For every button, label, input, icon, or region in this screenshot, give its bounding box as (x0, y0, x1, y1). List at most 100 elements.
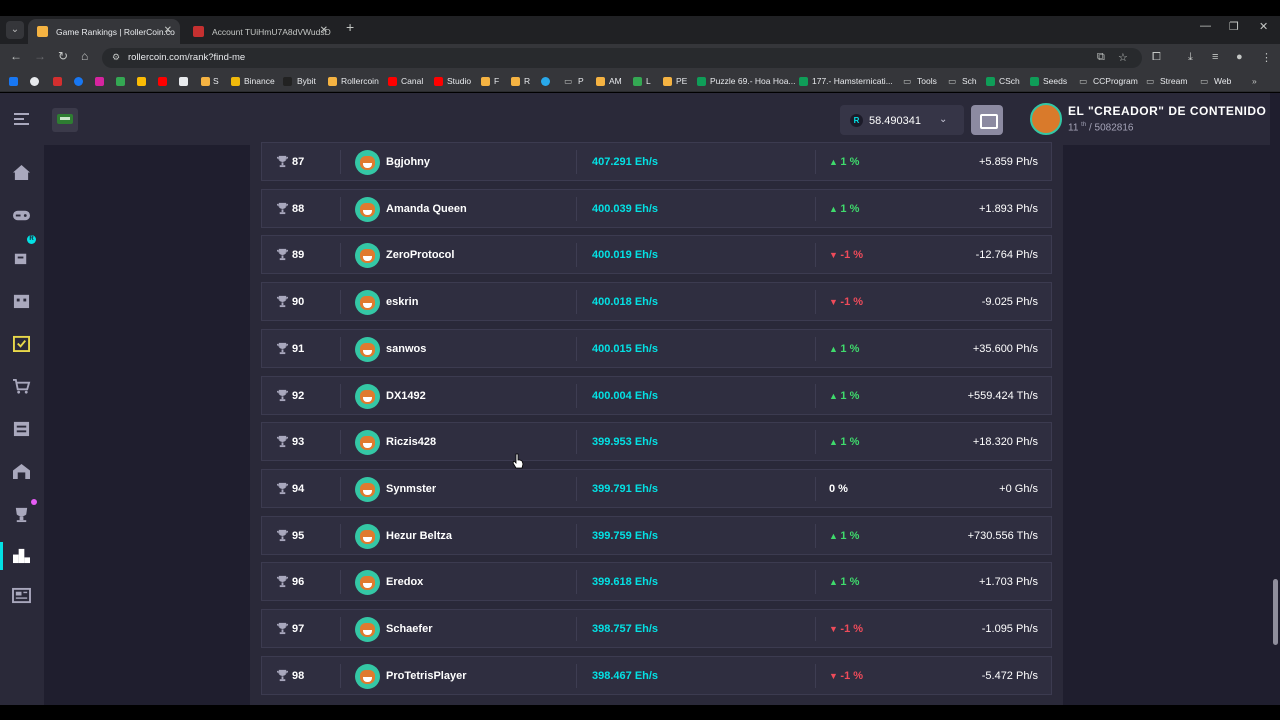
ranking-row[interactable]: 96 Eredox 399.618 Eh/s ▲ 1 % +1.703 Ph/s (261, 562, 1052, 601)
bookmark-label[interactable]: Rollercoin (341, 76, 379, 86)
ranking-row[interactable]: 94 Synmster 399.791 Eh/s 0 % +0 Gh/s (261, 469, 1052, 508)
bookmark-label[interactable]: Seeds (1043, 76, 1067, 86)
telegram-icon[interactable] (541, 77, 550, 86)
close-icon[interactable]: ✕ (320, 25, 328, 36)
bookmark-icon[interactable] (511, 77, 520, 86)
close-icon[interactable]: ✕ (164, 25, 172, 36)
marketplace-icon[interactable] (12, 378, 31, 395)
events-icon[interactable] (12, 292, 31, 309)
player-name[interactable]: Eredox (386, 576, 423, 588)
player-avatar[interactable] (355, 197, 380, 222)
bookmark-label[interactable]: Puzzle 69.- Hoa Hoa... (710, 76, 796, 86)
bookmark-label[interactable]: PE (676, 76, 687, 86)
player-name[interactable]: Schaefer (386, 623, 432, 635)
miners-icon[interactable] (12, 463, 31, 480)
games-icon[interactable] (12, 207, 31, 224)
minimize-icon[interactable]: — (1200, 20, 1211, 32)
ranking-row[interactable]: 87 Bgjohny 407.291 Eh/s ▲ 1 % +5.859 Ph/s (261, 142, 1052, 181)
site-info-icon[interactable]: ⚙ (112, 52, 120, 63)
ranking-row[interactable]: 91 sanwos 400.015 Eh/s ▲ 1 % +35.600 Ph/s (261, 329, 1052, 368)
bookmark-label[interactable]: F (494, 76, 499, 86)
player-avatar[interactable] (355, 337, 380, 362)
player-avatar[interactable] (355, 617, 380, 642)
player-name[interactable]: Bgjohny (386, 156, 430, 168)
home-icon[interactable]: ⌂ (81, 49, 88, 63)
x-icon[interactable] (179, 77, 188, 86)
bookmark-label[interactable]: Stream (1160, 76, 1187, 86)
bookmark-icon[interactable] (481, 77, 490, 86)
instagram-icon[interactable] (95, 77, 104, 86)
media-icon[interactable]: ≡ (1212, 51, 1218, 63)
bookmark-label[interactable]: CSch (999, 76, 1020, 86)
user-name[interactable]: EL "CREADOR" DE CONTENIDO (1068, 104, 1266, 118)
profile-icon[interactable]: ● (1236, 51, 1243, 63)
bookmark-label[interactable]: 177.- Hamsternicati... (812, 76, 893, 86)
folder-icon[interactable]: ▭ (564, 76, 572, 87)
storage-icon[interactable] (12, 420, 31, 437)
wallet-button[interactable] (971, 105, 1003, 135)
bookmark-icon[interactable] (9, 77, 18, 86)
rankings-icon[interactable] (12, 506, 31, 523)
forward-icon[interactable]: → (34, 49, 46, 63)
bookmark-label[interactable]: Bybit (297, 76, 316, 86)
sheets-icon[interactable] (986, 77, 995, 86)
bookmark-label[interactable]: Sch (962, 76, 977, 86)
player-name[interactable]: eskrin (386, 296, 418, 308)
ranking-row[interactable]: 90 eskrin 400.018 Eh/s ▼ -1 % -9.025 Ph/s (261, 282, 1052, 321)
bookmark-icon[interactable] (53, 77, 62, 86)
bookmark-label[interactable]: Tools (917, 76, 937, 86)
folder-icon[interactable]: ▭ (1200, 76, 1208, 87)
window-close-icon[interactable]: ✕ (1259, 20, 1268, 33)
youtube-icon[interactable] (158, 77, 167, 86)
bookmark-label[interactable]: Web (1214, 76, 1231, 86)
home-icon[interactable] (12, 164, 31, 181)
player-name[interactable]: Hezur Beltza (386, 530, 452, 542)
bookmark-label[interactable]: Studio (447, 76, 471, 86)
restore-icon[interactable]: ❐ (1229, 20, 1239, 33)
scrollbar-thumb[interactable] (1273, 579, 1278, 645)
facebook-icon[interactable] (74, 77, 83, 86)
ranking-row[interactable]: 93 Riczis428 399.953 Eh/s ▲ 1 % +18.320 Ph/s (261, 422, 1052, 461)
player-name[interactable]: Synmster (386, 483, 436, 495)
bookmark-star-icon[interactable]: ☆ (1118, 51, 1128, 64)
player-avatar[interactable] (355, 150, 380, 175)
bookmark-icon[interactable] (116, 77, 125, 86)
ranking-row[interactable]: 89 ZeroProtocol 400.019 Eh/s ▼ -1 % -12.764 … (261, 235, 1052, 274)
ranking-row[interactable]: 88 Amanda Queen 400.039 Eh/s ▲ 1 % +1.893 Ph… (261, 189, 1052, 228)
sheets-icon[interactable] (697, 77, 706, 86)
folder-icon[interactable]: ▭ (948, 76, 956, 87)
rollercoin-icon[interactable] (201, 77, 210, 86)
new-tab-icon[interactable]: + (346, 19, 354, 35)
install-app-icon[interactable]: ⧉ (1097, 51, 1105, 64)
ranking-row[interactable]: 95 Hezur Beltza 399.759 Eh/s ▲ 1 % +730.556 … (261, 516, 1052, 555)
menu-icon[interactable] (14, 113, 29, 125)
bookmark-icon[interactable] (663, 77, 672, 86)
rollercoin-icon[interactable] (328, 77, 337, 86)
user-avatar[interactable] (1030, 103, 1062, 135)
sheets-icon[interactable] (799, 77, 808, 86)
sheets-icon[interactable] (1030, 77, 1039, 86)
player-avatar[interactable] (355, 290, 380, 315)
bookmark-icon[interactable] (596, 77, 605, 86)
player-name[interactable]: Amanda Queen (386, 203, 467, 215)
player-avatar[interactable] (355, 524, 380, 549)
player-avatar[interactable] (355, 430, 380, 455)
rollercoin-logo[interactable] (52, 108, 78, 132)
bybit-icon[interactable] (283, 77, 292, 86)
bookmark-label[interactable]: R (524, 76, 530, 86)
bookmark-label[interactable]: P (578, 76, 584, 86)
news-icon[interactable] (12, 587, 31, 604)
bookmark-label[interactable]: CCProgram (1093, 76, 1138, 86)
player-name[interactable]: Riczis428 (386, 436, 436, 448)
tasks-icon[interactable] (12, 335, 31, 352)
player-name[interactable]: ProTetrisPlayer (386, 670, 467, 682)
chevron-down-icon[interactable]: ⌄ (939, 114, 947, 125)
bookmark-label[interactable]: L (646, 76, 651, 86)
bookmark-label[interactable]: Canal (401, 76, 423, 86)
player-name[interactable]: ZeroProtocol (386, 249, 454, 261)
bookmark-label[interactable]: Binance (244, 76, 275, 86)
player-avatar[interactable] (355, 477, 380, 502)
bookmark-label[interactable]: S (213, 76, 219, 86)
youtube-studio-icon[interactable] (434, 77, 443, 86)
leaderboard-icon[interactable] (12, 547, 31, 564)
